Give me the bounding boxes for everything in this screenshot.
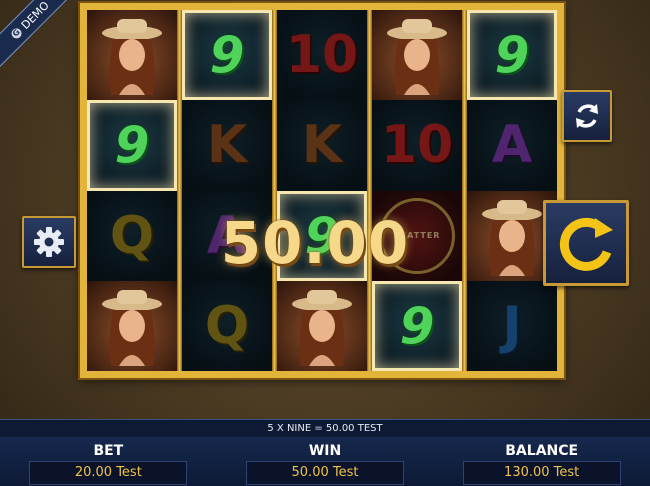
reel-frame: 9 Q 9 K A Q 10 K 9 10 SCATTER 9 9 A J	[80, 3, 564, 378]
bet-label: BET	[93, 443, 124, 459]
reel-cell: K	[277, 100, 367, 191]
balance-value: 130.00 Test	[462, 461, 621, 485]
bet-panel[interactable]: BET 20.00 Test	[0, 437, 217, 486]
win-panel: WIN 50.00 Test	[217, 437, 434, 486]
symbol-nine: 9	[114, 116, 150, 175]
spin-button[interactable]	[543, 200, 629, 286]
reel-cell: 10	[277, 10, 367, 101]
symbol-q: Q	[109, 205, 155, 266]
big-win-amount: 50.00	[220, 209, 410, 277]
symbol-ten: 10	[380, 115, 454, 176]
symbol-nine: 9	[399, 296, 435, 355]
symbol-nine: 9	[494, 26, 530, 85]
settings-button[interactable]	[22, 216, 76, 268]
reel-cell: 9	[372, 280, 462, 371]
reel-cell: J	[467, 280, 557, 371]
reel-cell: Q	[182, 280, 272, 371]
gamble-logo-icon: G	[9, 26, 24, 41]
cowgirl-symbol-icon	[292, 289, 352, 366]
autoplay-button[interactable]	[562, 90, 612, 142]
win-line-info: 5 X NINE = 50.00 TEST	[0, 419, 650, 438]
cowgirl-symbol-icon	[482, 199, 542, 276]
bottom-bar: BET 20.00 Test WIN 50.00 Test BALANCE 13…	[0, 437, 650, 486]
symbol-k: K	[206, 115, 248, 176]
reel-cell: 9	[182, 10, 272, 101]
reel-5: 9 A J	[467, 10, 557, 371]
cowgirl-symbol-icon	[102, 289, 162, 366]
win-value: 50.00 Test	[246, 461, 404, 485]
reel-1: 9Q	[87, 10, 177, 371]
balance-panel: BALANCE 130.00 Test	[433, 437, 650, 486]
reel-cell	[372, 10, 462, 101]
symbol-j: J	[502, 295, 522, 356]
reel-cell: Q	[87, 190, 177, 281]
cowgirl-symbol-icon	[102, 19, 162, 96]
symbol-ten: 10	[285, 25, 359, 86]
reel-cell: 9	[87, 100, 177, 191]
reel-cell	[87, 10, 177, 101]
demo-ribbon: G DEMO	[0, 0, 81, 71]
autoplay-cycle-icon	[576, 104, 598, 128]
balance-label: BALANCE	[505, 443, 579, 459]
cowgirl-symbol-icon	[387, 19, 447, 96]
symbol-q: Q	[204, 295, 250, 356]
reel-cell	[277, 280, 367, 371]
reel-2: 9KAQ	[182, 10, 272, 371]
symbol-nine: 9	[209, 26, 245, 85]
gear-icon	[34, 227, 64, 257]
symbol-a: A	[491, 115, 533, 176]
bet-value[interactable]: 20.00 Test	[29, 461, 188, 485]
demo-label: DEMO	[18, 0, 52, 32]
win-label: WIN	[308, 443, 342, 459]
reel-cell	[87, 280, 177, 371]
reel-3: 10 K 9	[277, 10, 367, 371]
reel-4: 10 SCATTER 9	[372, 10, 462, 371]
symbol-k: K	[301, 115, 343, 176]
reel-cell: A	[467, 100, 557, 191]
reel-cell: 9	[467, 10, 557, 101]
reels-grid: 9 Q 9 K A Q 10 K 9 10 SCATTER 9 9 A J	[87, 10, 557, 371]
reel-cell: K	[182, 100, 272, 191]
spin-arrow-icon	[559, 217, 613, 271]
reel-cell: 10	[372, 100, 462, 191]
